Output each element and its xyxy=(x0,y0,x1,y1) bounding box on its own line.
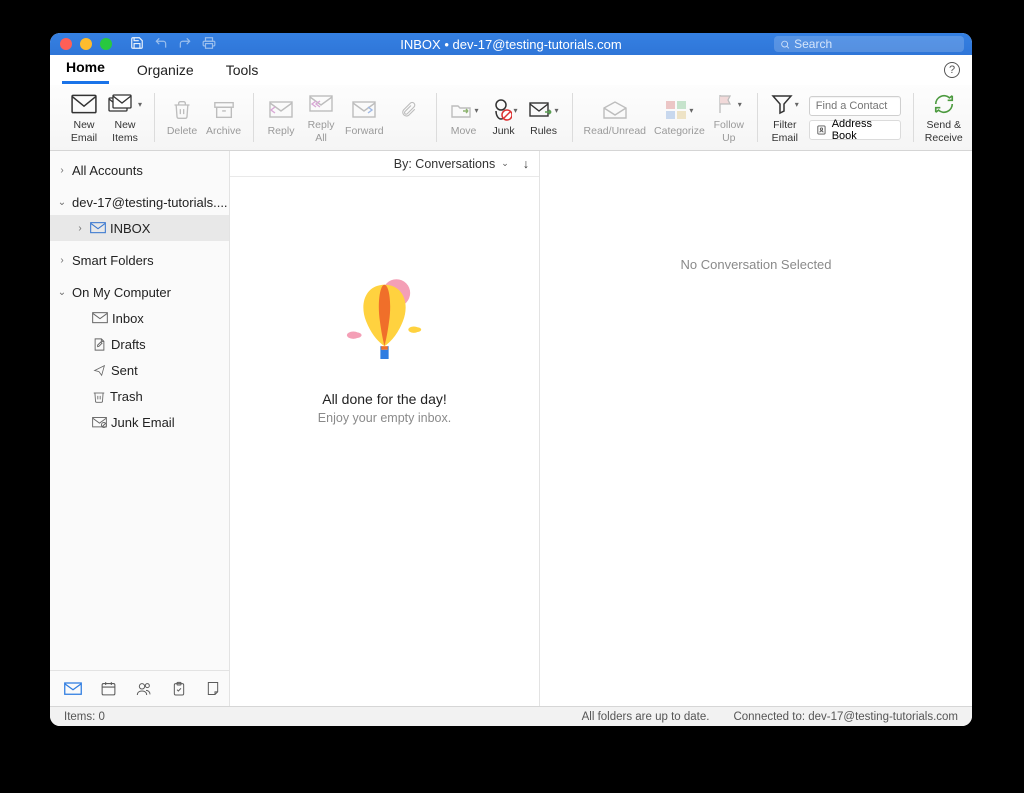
empty-title: All done for the day! xyxy=(322,391,447,407)
junk-icon xyxy=(92,416,107,429)
archive-button[interactable]: Archive xyxy=(202,95,245,139)
folder-tree: ›All Accounts ⌄dev-17@testing-tutorials.… xyxy=(50,151,229,670)
outlook-window: INBOX • dev-17@testing-tutorials.com Hom… xyxy=(50,33,972,726)
nav-switcher xyxy=(50,670,229,706)
help-icon[interactable]: ? xyxy=(944,62,960,78)
status-item-count: Items: 0 xyxy=(64,711,105,723)
search-icon xyxy=(780,39,790,50)
close-window-button[interactable] xyxy=(60,38,72,50)
sort-by-button[interactable]: By: Conversations xyxy=(394,157,495,171)
minimize-window-button[interactable] xyxy=(80,38,92,50)
trash-icon xyxy=(92,389,106,404)
trash-icon xyxy=(172,97,192,123)
people-nav-icon[interactable] xyxy=(135,681,153,697)
reply-all-icon xyxy=(309,91,333,117)
new-email-icon xyxy=(71,91,97,117)
read-unread-button[interactable]: Read/Unread xyxy=(580,95,650,139)
status-bar: Items: 0 All folders are up to date. Con… xyxy=(50,706,972,726)
read-unread-icon xyxy=(602,97,628,123)
flag-icon: ▾ xyxy=(716,91,742,117)
tab-organize[interactable]: Organize xyxy=(133,56,198,84)
titlebar: INBOX • dev-17@testing-tutorials.com xyxy=(50,33,972,55)
tasks-nav-icon[interactable] xyxy=(171,680,187,698)
inbox-icon xyxy=(90,222,106,234)
maximize-window-button[interactable] xyxy=(100,38,112,50)
new-email-button[interactable]: NewEmail xyxy=(64,89,104,145)
ribbon-tabs: Home Organize Tools ? xyxy=(50,55,972,85)
funnel-icon: ▾ xyxy=(771,91,799,117)
tree-on-my-computer[interactable]: ⌄On My Computer xyxy=(50,279,229,305)
rules-icon: ▾ xyxy=(529,97,559,123)
tree-drafts[interactable]: Drafts xyxy=(50,331,229,357)
sort-direction-icon[interactable]: ↓ xyxy=(523,157,529,171)
rules-button[interactable]: ▾ Rules xyxy=(524,95,564,139)
balloon-illustration xyxy=(337,271,432,381)
address-book-button[interactable]: Address Book xyxy=(809,120,901,140)
tree-local-inbox[interactable]: Inbox xyxy=(50,305,229,331)
empty-state: All done for the day! Enjoy your empty i… xyxy=(230,177,539,706)
calendar-nav-icon[interactable] xyxy=(100,680,117,697)
reply-all-button[interactable]: ReplyAll xyxy=(301,89,341,145)
reading-placeholder: No Conversation Selected xyxy=(680,257,831,272)
tree-junk[interactable]: Junk Email xyxy=(50,409,229,435)
move-icon: ▾ xyxy=(449,97,479,123)
mail-nav-icon[interactable] xyxy=(64,682,82,696)
tree-inbox-selected[interactable]: › INBOX xyxy=(50,215,229,241)
delete-button[interactable]: Delete xyxy=(162,95,202,139)
body: ›All Accounts ⌄dev-17@testing-tutorials.… xyxy=(50,151,972,706)
message-list-header: By: Conversations ⌄ ↓ xyxy=(230,151,539,177)
save-icon[interactable] xyxy=(130,36,144,53)
redo-icon[interactable] xyxy=(178,36,192,53)
status-connected: Connected to: dev-17@testing-tutorials.c… xyxy=(733,711,958,723)
folder-sidebar: ›All Accounts ⌄dev-17@testing-tutorials.… xyxy=(50,151,230,706)
archive-icon xyxy=(213,97,235,123)
undo-icon[interactable] xyxy=(154,36,168,53)
notes-nav-icon[interactable] xyxy=(205,680,221,697)
filter-email-button[interactable]: ▾ FilterEmail xyxy=(765,89,805,145)
tab-tools[interactable]: Tools xyxy=(222,56,263,84)
ribbon: NewEmail ▾ NewItems Delete Archive Reply xyxy=(50,85,972,151)
reading-pane: No Conversation Selected xyxy=(540,151,972,706)
tree-sent[interactable]: Sent xyxy=(50,357,229,383)
tree-all-accounts[interactable]: ›All Accounts xyxy=(50,157,229,183)
address-book-icon xyxy=(816,124,827,136)
follow-up-button[interactable]: ▾ FollowUp xyxy=(709,89,749,145)
quick-access-toolbar xyxy=(130,36,216,53)
tree-smart-folders[interactable]: ›Smart Folders xyxy=(50,247,229,273)
forward-button[interactable]: Forward xyxy=(341,95,388,139)
move-button[interactable]: ▾ Move xyxy=(444,95,484,139)
categorize-icon: ▾ xyxy=(665,97,693,123)
sync-icon xyxy=(932,91,956,117)
new-items-icon: ▾ xyxy=(108,91,142,117)
inbox-icon xyxy=(92,312,108,324)
send-receive-button[interactable]: Send &Receive xyxy=(921,89,967,145)
categorize-button[interactable]: ▾ Categorize xyxy=(650,95,709,139)
new-items-button[interactable]: ▾ NewItems xyxy=(104,89,146,145)
message-list-pane: By: Conversations⌄ ↓ All done f xyxy=(230,151,540,706)
sent-icon xyxy=(92,364,107,377)
attachment-button[interactable] xyxy=(388,95,428,139)
drafts-icon xyxy=(92,337,107,352)
search-input[interactable] xyxy=(794,37,958,51)
find-contact-input[interactable] xyxy=(809,96,901,116)
window-controls xyxy=(50,38,112,50)
empty-subtitle: Enjoy your empty inbox. xyxy=(318,411,451,425)
status-sync: All folders are up to date. xyxy=(582,711,710,723)
attachment-icon xyxy=(397,97,419,123)
window-title: INBOX • dev-17@testing-tutorials.com xyxy=(400,37,622,52)
search-box[interactable] xyxy=(774,36,964,52)
reply-button[interactable]: Reply xyxy=(261,95,301,139)
forward-icon xyxy=(352,97,376,123)
print-icon[interactable] xyxy=(202,36,216,53)
tab-home[interactable]: Home xyxy=(62,53,109,84)
chevron-down-icon[interactable]: ⌄ xyxy=(501,158,509,169)
tree-account[interactable]: ⌄dev-17@testing-tutorials.... xyxy=(50,189,229,215)
junk-button[interactable]: ▾ Junk xyxy=(484,95,524,139)
tree-trash[interactable]: Trash xyxy=(50,383,229,409)
reply-icon xyxy=(269,97,293,123)
junk-icon: ▾ xyxy=(490,97,518,123)
